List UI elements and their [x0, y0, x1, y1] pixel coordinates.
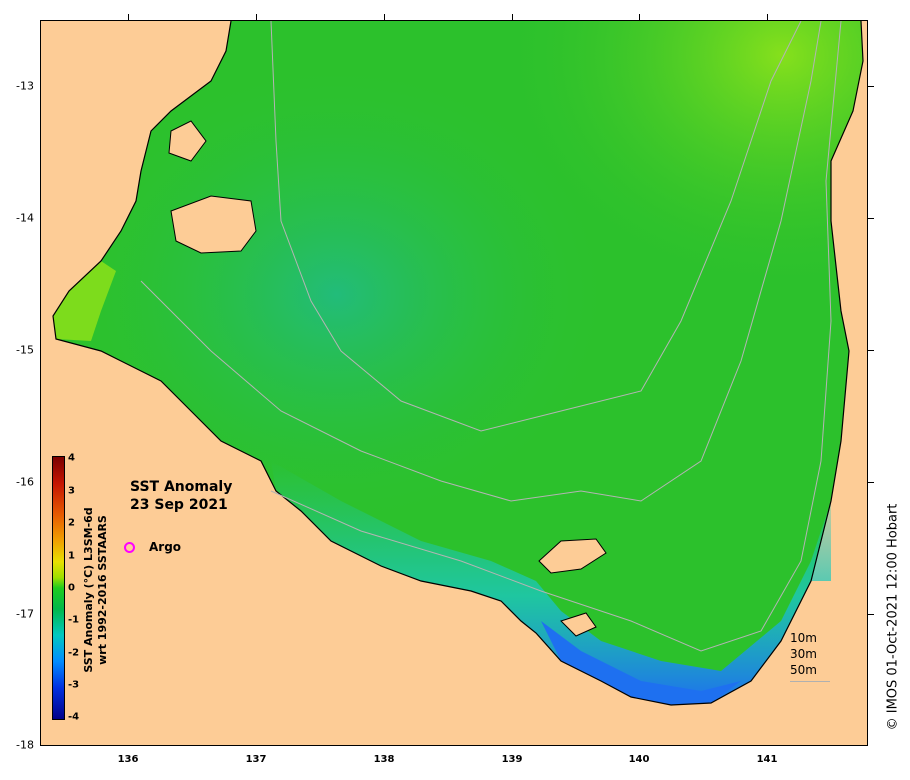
y-tick-17: -17 — [16, 607, 34, 621]
title-text: SST Anomaly — [130, 479, 233, 495]
date-text: 23 Sep 2021 — [130, 497, 228, 513]
colorbar-tick: 2 — [68, 517, 75, 529]
credit-text: © IMOS 01-Oct-2021 12:00 Hobart — [885, 503, 901, 731]
x-tick-mark — [512, 14, 513, 20]
colorbar-tick: 4 — [68, 452, 75, 464]
colorbar — [52, 456, 65, 720]
x-tick-mark — [384, 14, 385, 20]
y-tick-16: -16 — [16, 475, 34, 489]
x-tick-140: 140 — [628, 754, 650, 765]
depth-50m: 50m — [790, 663, 817, 677]
x-tick-138: 138 — [373, 754, 395, 765]
colorbar-tick: 3 — [68, 485, 75, 497]
argo-label: Argo — [149, 540, 182, 554]
y-tick-13: -13 — [16, 79, 34, 93]
argo-circle-icon — [124, 542, 135, 553]
colorbar-tick: -1 — [68, 614, 80, 626]
colorbar-title: SST Anomaly (°C) L3SM-6d wrt 1992-2016 S… — [82, 507, 110, 672]
x-tick-136: 136 — [117, 754, 139, 765]
y-tick-14: -14 — [16, 211, 34, 225]
depth-legend: 10m 30m 50m — [790, 630, 817, 678]
x-tick-mark — [128, 14, 129, 20]
map-plot-area — [40, 20, 868, 746]
x-tick-mark — [639, 14, 640, 20]
map-title: SST Anomaly 23 Sep 2021 — [130, 478, 232, 514]
depth-legend-line — [790, 681, 830, 682]
x-tick-mark — [767, 14, 768, 20]
depth-30m: 30m — [790, 647, 817, 661]
x-tick-139: 139 — [501, 754, 523, 765]
y-tick-mark — [868, 614, 874, 615]
y-tick-mark — [868, 482, 874, 483]
y-tick-15: -15 — [16, 343, 34, 357]
colorbar-tick: -4 — [68, 711, 80, 723]
depth-10m: 10m — [790, 631, 817, 645]
colorbar-title-line2: wrt 1992-2016 SSTAARS — [96, 515, 109, 665]
y-tick-18: -18 — [16, 738, 34, 752]
sst-anomaly-map — [52, 21, 864, 706]
x-tick-137: 137 — [245, 754, 267, 765]
colorbar-title-line1: SST Anomaly (°C) L3SM-6d — [82, 507, 95, 673]
y-tick-mark — [868, 218, 874, 219]
colorbar-tick: 0 — [68, 582, 75, 594]
colorbar-tick: -3 — [68, 679, 80, 691]
x-tick-141: 141 — [756, 754, 778, 765]
y-tick-mark — [868, 350, 874, 351]
colorbar-tick: -2 — [68, 647, 80, 659]
x-tick-mark — [256, 14, 257, 20]
argo-legend: Argo — [124, 540, 181, 554]
colorbar-tick: 1 — [68, 550, 75, 562]
y-tick-mark — [868, 86, 874, 87]
